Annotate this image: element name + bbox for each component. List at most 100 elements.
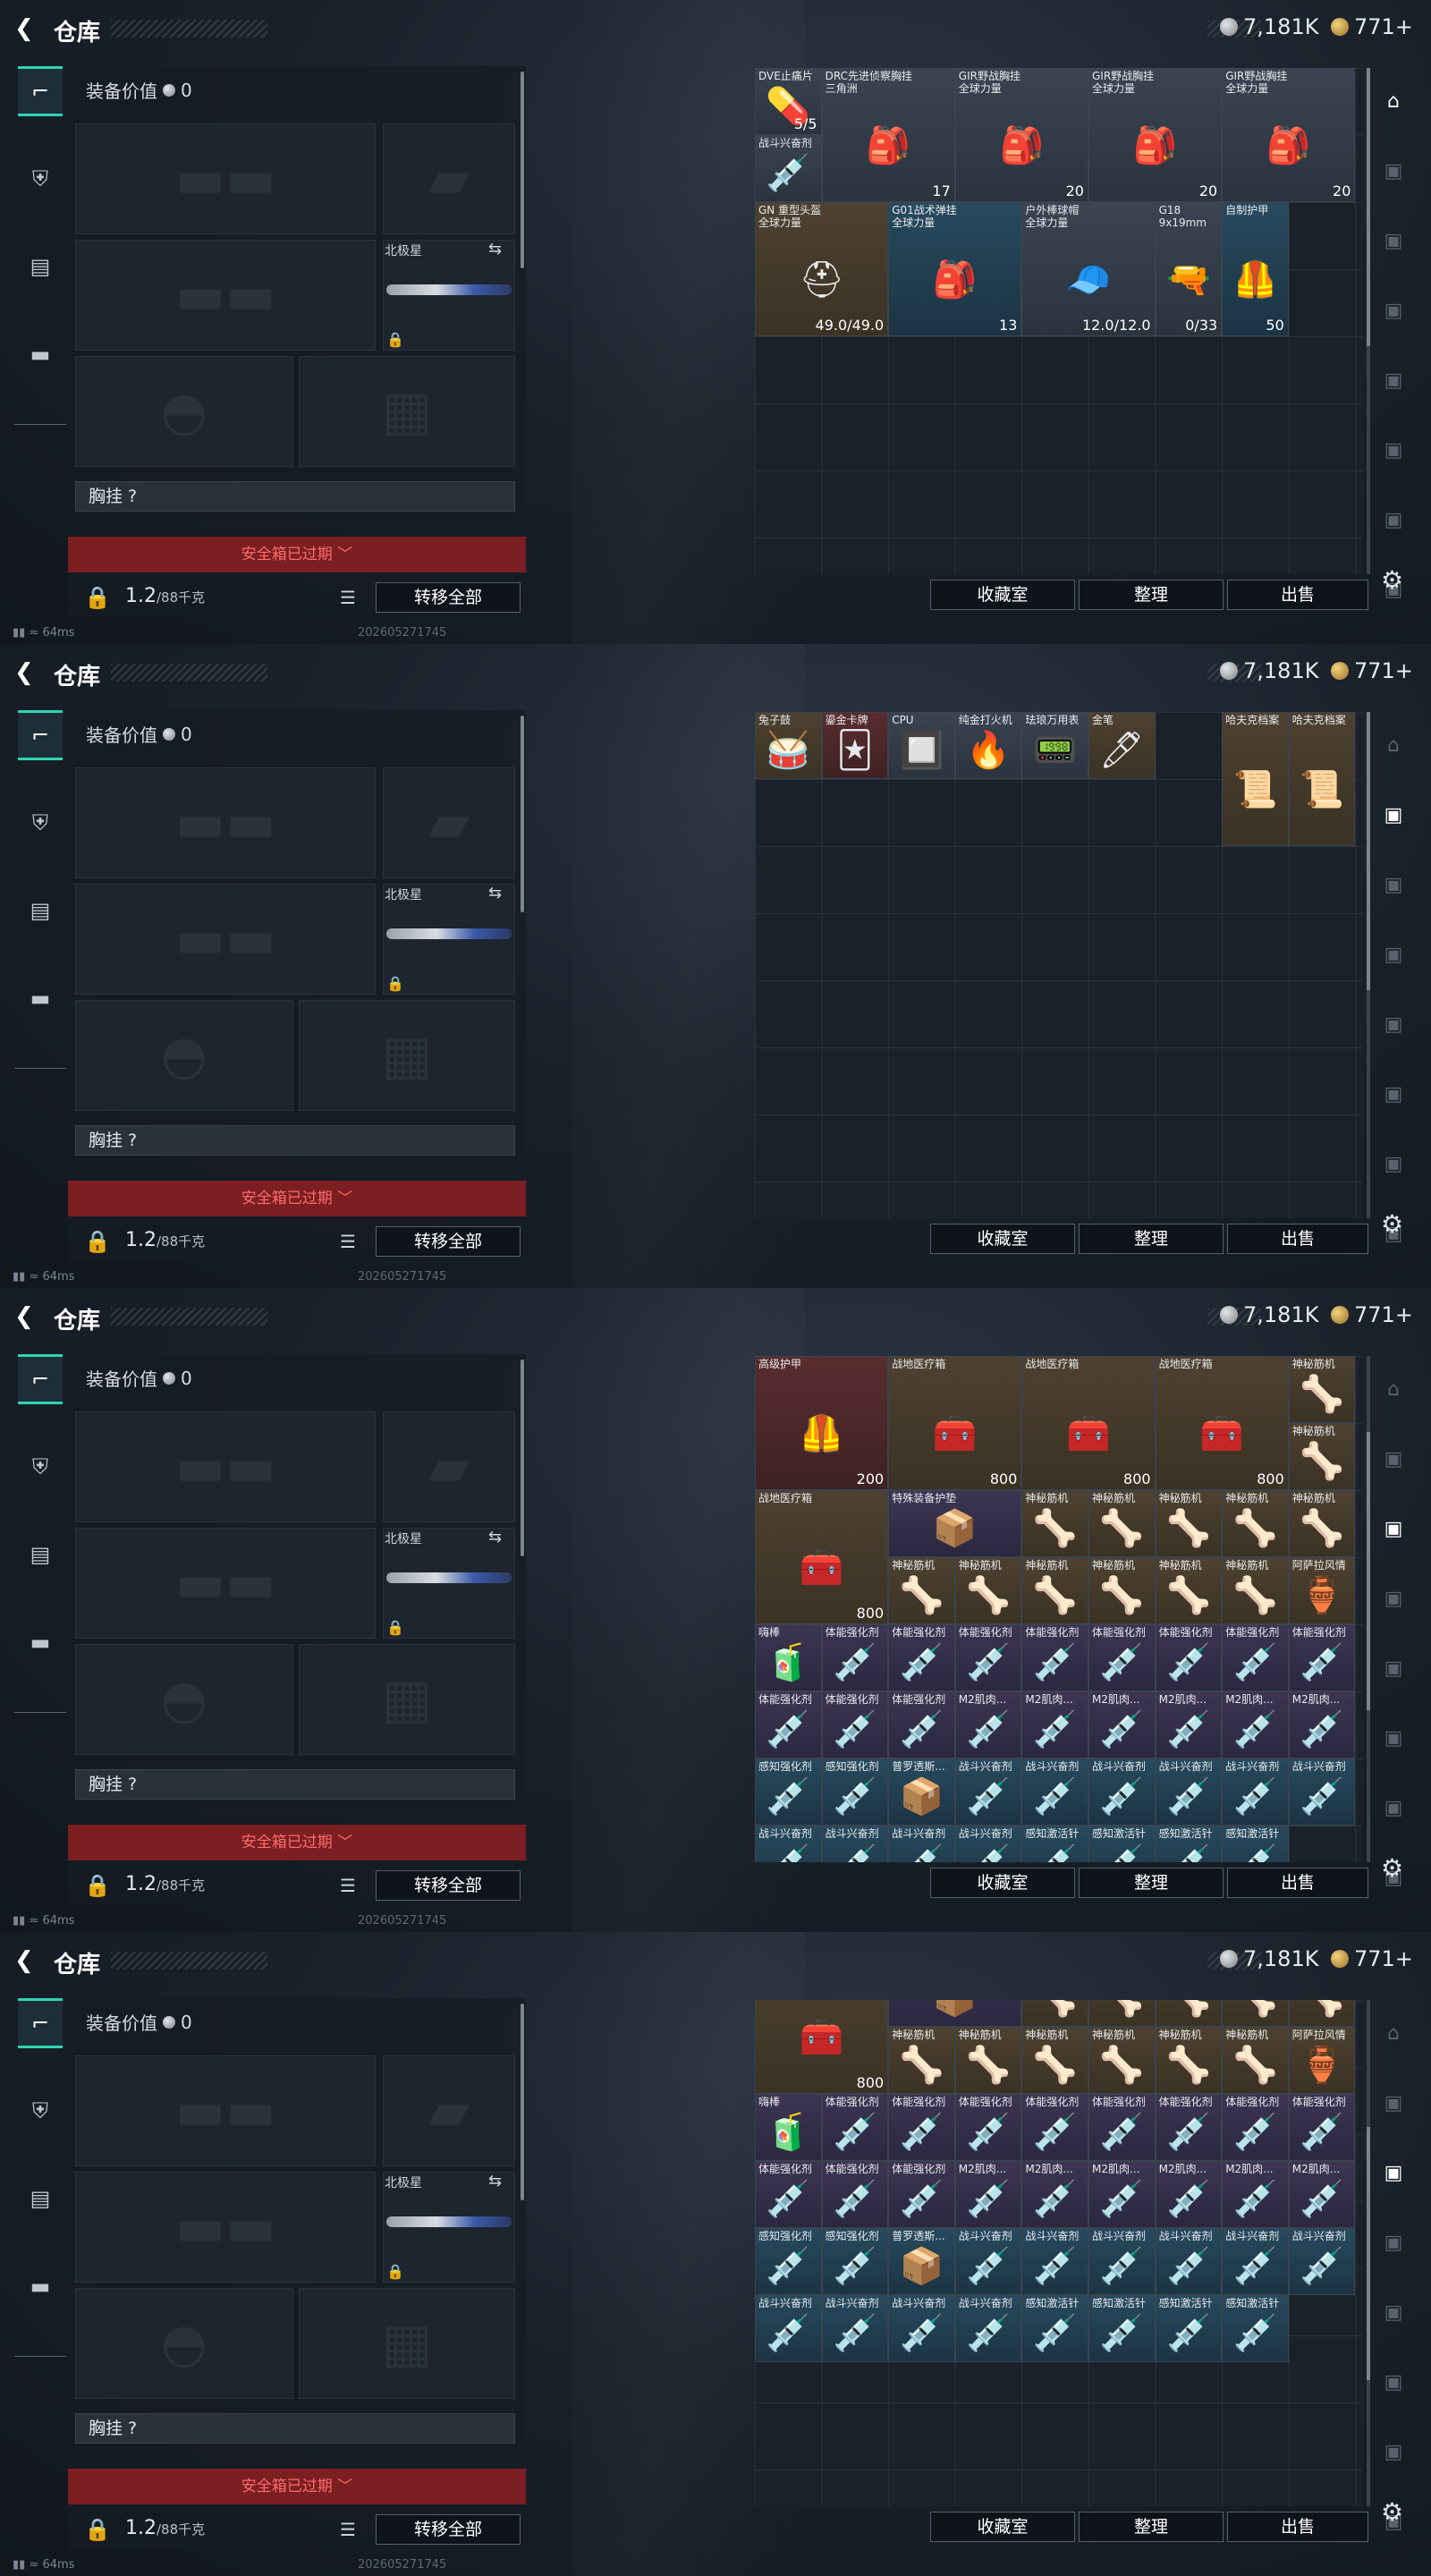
stash-item[interactable]: 🦺 自制护甲 50 — [1222, 202, 1289, 336]
back-arrow-icon[interactable]: ❮ — [14, 1305, 34, 1328]
stash-item[interactable]: 🦴神秘筋机 — [1288, 2000, 1356, 2027]
stash-scrollbar-thumb[interactable] — [1367, 712, 1370, 991]
stash-item[interactable]: 💉 感知激活针 — [1021, 2295, 1088, 2362]
stash-item[interactable]: 💉 感知强化剂 — [755, 2228, 822, 2295]
stash-tab-4-icon[interactable]: ▣ — [1377, 2227, 1410, 2259]
backpack-tab-icon[interactable]: ▤ — [18, 1530, 63, 1580]
armor-tab-icon[interactable]: ⛨ — [18, 1442, 63, 1492]
stash-item[interactable]: 💉 M2肌肉... — [1155, 1691, 1223, 1758]
stash-item[interactable]: 💉 感知激活针 — [1222, 2295, 1289, 2362]
stash-item[interactable]: 💉 感知强化剂 — [821, 2228, 889, 2295]
stash-scrollbar-thumb[interactable] — [1367, 2126, 1370, 2380]
stash-item[interactable]: 💉 感知激活针 — [1088, 2295, 1156, 2362]
swap-icon[interactable]: ⇆ — [488, 1528, 502, 1546]
stash-item[interactable]: 🦴神秘筋机 — [1288, 1423, 1356, 1490]
stash-item[interactable]: 💉 战斗兴奋剂 — [954, 1826, 1022, 1862]
stash-item[interactable]: 💉 体能强化剂 — [821, 2161, 889, 2228]
swap-icon[interactable]: ⇆ — [488, 2172, 502, 2190]
settings-gear-icon[interactable]: ⚙ — [1381, 565, 1403, 595]
stash-tab-5-icon[interactable]: ▣ — [1377, 365, 1410, 397]
stash-item[interactable]: 💉 体能强化剂 — [1288, 1624, 1356, 1691]
stash-item[interactable]: 🎒 GIR野战胸挂 全球力量 20 — [954, 68, 1088, 202]
stash-item[interactable]: 📟 珐琅万用表 — [1021, 712, 1088, 779]
gold-balance[interactable]: 771+ — [1331, 1302, 1413, 1327]
primary-weapon-slot[interactable]: ▬▬ — [75, 1411, 376, 1522]
loadout-scrollbar[interactable] — [521, 716, 524, 912]
stash-item[interactable]: 💉 战斗兴奋剂 — [1088, 2228, 1156, 2295]
gold-balance[interactable]: 771+ — [1331, 658, 1413, 683]
stash-item[interactable]: 💉 感知激活针 — [1021, 1826, 1088, 1862]
safe-box-expired-bar[interactable]: 安全箱已过期 ﹀ — [68, 537, 526, 572]
collection-room-button[interactable]: 收藏室 — [930, 2512, 1075, 2542]
stash-tab-7-icon[interactable]: ▣ — [1377, 2436, 1410, 2469]
stash-item[interactable]: 💉 感知激活针 — [1155, 2295, 1223, 2362]
body-armor-slot[interactable]: ▦ — [299, 1644, 515, 1755]
settings-gear-icon[interactable]: ⚙ — [1381, 2497, 1403, 2527]
stash-item[interactable]: 💉 体能强化剂 — [954, 1624, 1022, 1691]
stash-item[interactable]: 💉 体能强化剂 — [755, 2161, 822, 2228]
stash-item[interactable]: 📦 普罗透斯... — [888, 2228, 955, 2295]
weapon-tab-icon[interactable]: ⌐ — [18, 66, 63, 116]
stash-item[interactable]: 💉 体能强化剂 — [888, 2161, 955, 2228]
stash-tab-3-icon[interactable]: ▣ — [1377, 1513, 1410, 1546]
chest-rig-slot[interactable]: 胸挂 ? — [75, 481, 515, 512]
primary-weapon-slot[interactable]: ▬▬ — [75, 123, 376, 234]
stash-item[interactable]: 🧰 战地医疗箱 800 — [755, 1490, 889, 1624]
pistol-slot[interactable]: ▰ — [383, 767, 515, 878]
stash-item[interactable]: 💉 战斗兴奋剂 — [888, 1826, 955, 1862]
stash-tab-4-icon[interactable]: ▣ — [1377, 1583, 1410, 1615]
stash-item[interactable]: 💉 战斗兴奋剂 — [888, 2295, 955, 2362]
helmet-slot[interactable]: ◓ — [75, 356, 293, 467]
loadout-scrollbar[interactable] — [521, 72, 524, 268]
stash-item[interactable]: 💉 体能强化剂 — [1088, 2094, 1156, 2161]
stash-item[interactable]: 🧰 战地医疗箱 800 — [1021, 1356, 1156, 1490]
stash-item[interactable]: 📦特殊装备护垫 — [888, 2000, 1022, 2027]
armor-tab-icon[interactable]: ⛨ — [18, 2086, 63, 2136]
gold-balance[interactable]: 771+ — [1331, 1946, 1413, 1971]
stash-grid[interactable]: 💊 DVE止痛片 5/5 🎒 DRC先进侦察胸挂 三角洲 17 🎒 GIR野战胸挂 全球力量 20 🎒… — [755, 68, 1363, 574]
stash-item[interactable]: 🦴神秘筋机 — [1088, 1490, 1156, 1557]
stash-item[interactable]: 💉 感知激活针 — [1222, 1826, 1289, 1862]
stash-item[interactable]: 🎒 GIR野战胸挂 全球力量 20 — [1222, 68, 1356, 202]
loadout-scrollbar[interactable] — [521, 1360, 524, 1556]
helmet-slot[interactable]: ◓ — [75, 2288, 293, 2399]
stash-item[interactable]: 🦴神秘筋机 — [1222, 1490, 1289, 1557]
stash-item[interactable]: 💉 战斗兴奋剂 — [1155, 1758, 1223, 1826]
stash-scrollbar-thumb[interactable] — [1367, 1431, 1370, 1711]
stash-item[interactable]: 📦特殊装备护垫 — [888, 1490, 1022, 1557]
stash-item[interactable]: 💉 M2肌肉... — [1021, 2161, 1088, 2228]
stash-tab-6-icon[interactable]: ▣ — [1377, 1723, 1410, 1755]
list-view-icon[interactable]: ☰ — [340, 587, 356, 608]
stash-item[interactable]: 🦴神秘筋机 — [1021, 1490, 1088, 1557]
safe-box-expired-bar[interactable]: 安全箱已过期 ﹀ — [68, 1181, 526, 1216]
stash-scrollbar[interactable] — [1367, 1356, 1370, 1862]
loadout-scrollbar[interactable] — [521, 2004, 524, 2200]
stash-item[interactable]: 💉 体能强化剂 — [888, 1624, 955, 1691]
primary-weapon-slot[interactable]: ▬▬ — [75, 767, 376, 878]
stash-item[interactable]: 💉 感知强化剂 — [755, 1758, 822, 1826]
stash-item[interactable]: 💉 感知激活针 — [1088, 1826, 1156, 1862]
sell-button[interactable]: 出售 — [1227, 1224, 1368, 1254]
stash-item[interactable]: 💉 M2肌肉... — [954, 2161, 1022, 2228]
stash-item[interactable]: 💉 M2肌肉... — [1222, 1691, 1289, 1758]
swap-icon[interactable]: ⇆ — [488, 884, 502, 902]
stash-item[interactable]: 💉 战斗兴奋剂 — [1021, 1758, 1088, 1826]
stash-item[interactable]: 💉 体能强化剂 — [954, 2094, 1022, 2161]
body-armor-slot[interactable]: ▦ — [299, 356, 515, 467]
stash-item[interactable]: 💉 M2肌肉... — [1288, 2161, 1356, 2228]
stash-item[interactable]: 💉 体能强化剂 — [1155, 1624, 1223, 1691]
weapon-tab-icon[interactable]: ⌐ — [18, 1998, 63, 2048]
warehouse-home-icon[interactable]: ⌂ — [1377, 86, 1410, 118]
stash-tab-7-icon[interactable]: ▣ — [1377, 1148, 1410, 1181]
stash-item[interactable]: 🦴神秘筋机 — [1021, 2027, 1088, 2094]
case-tab-icon[interactable]: ▬ — [18, 973, 63, 1023]
stash-tab-7-icon[interactable]: ▣ — [1377, 504, 1410, 537]
stash-item[interactable]: 💉 战斗兴奋剂 — [1288, 1758, 1356, 1826]
stash-tab-6-icon[interactable]: ▣ — [1377, 1079, 1410, 1111]
stash-item[interactable]: 💉 M2肌肉... — [1222, 2161, 1289, 2228]
stash-item[interactable]: 💉 体能强化剂 — [755, 1691, 822, 1758]
stash-grid[interactable]: 🦺 高级护甲 200 🧰 战地医疗箱 800 🧰 战地医疗箱 800 🧰 战地医疗箱 800 🦴 神秘筋机… — [755, 1356, 1363, 1862]
back-arrow-icon[interactable]: ❮ — [14, 1949, 34, 1972]
weapon-tab-icon[interactable]: ⌐ — [18, 1354, 63, 1404]
stash-tab-5-icon[interactable]: ▣ — [1377, 1653, 1410, 1685]
